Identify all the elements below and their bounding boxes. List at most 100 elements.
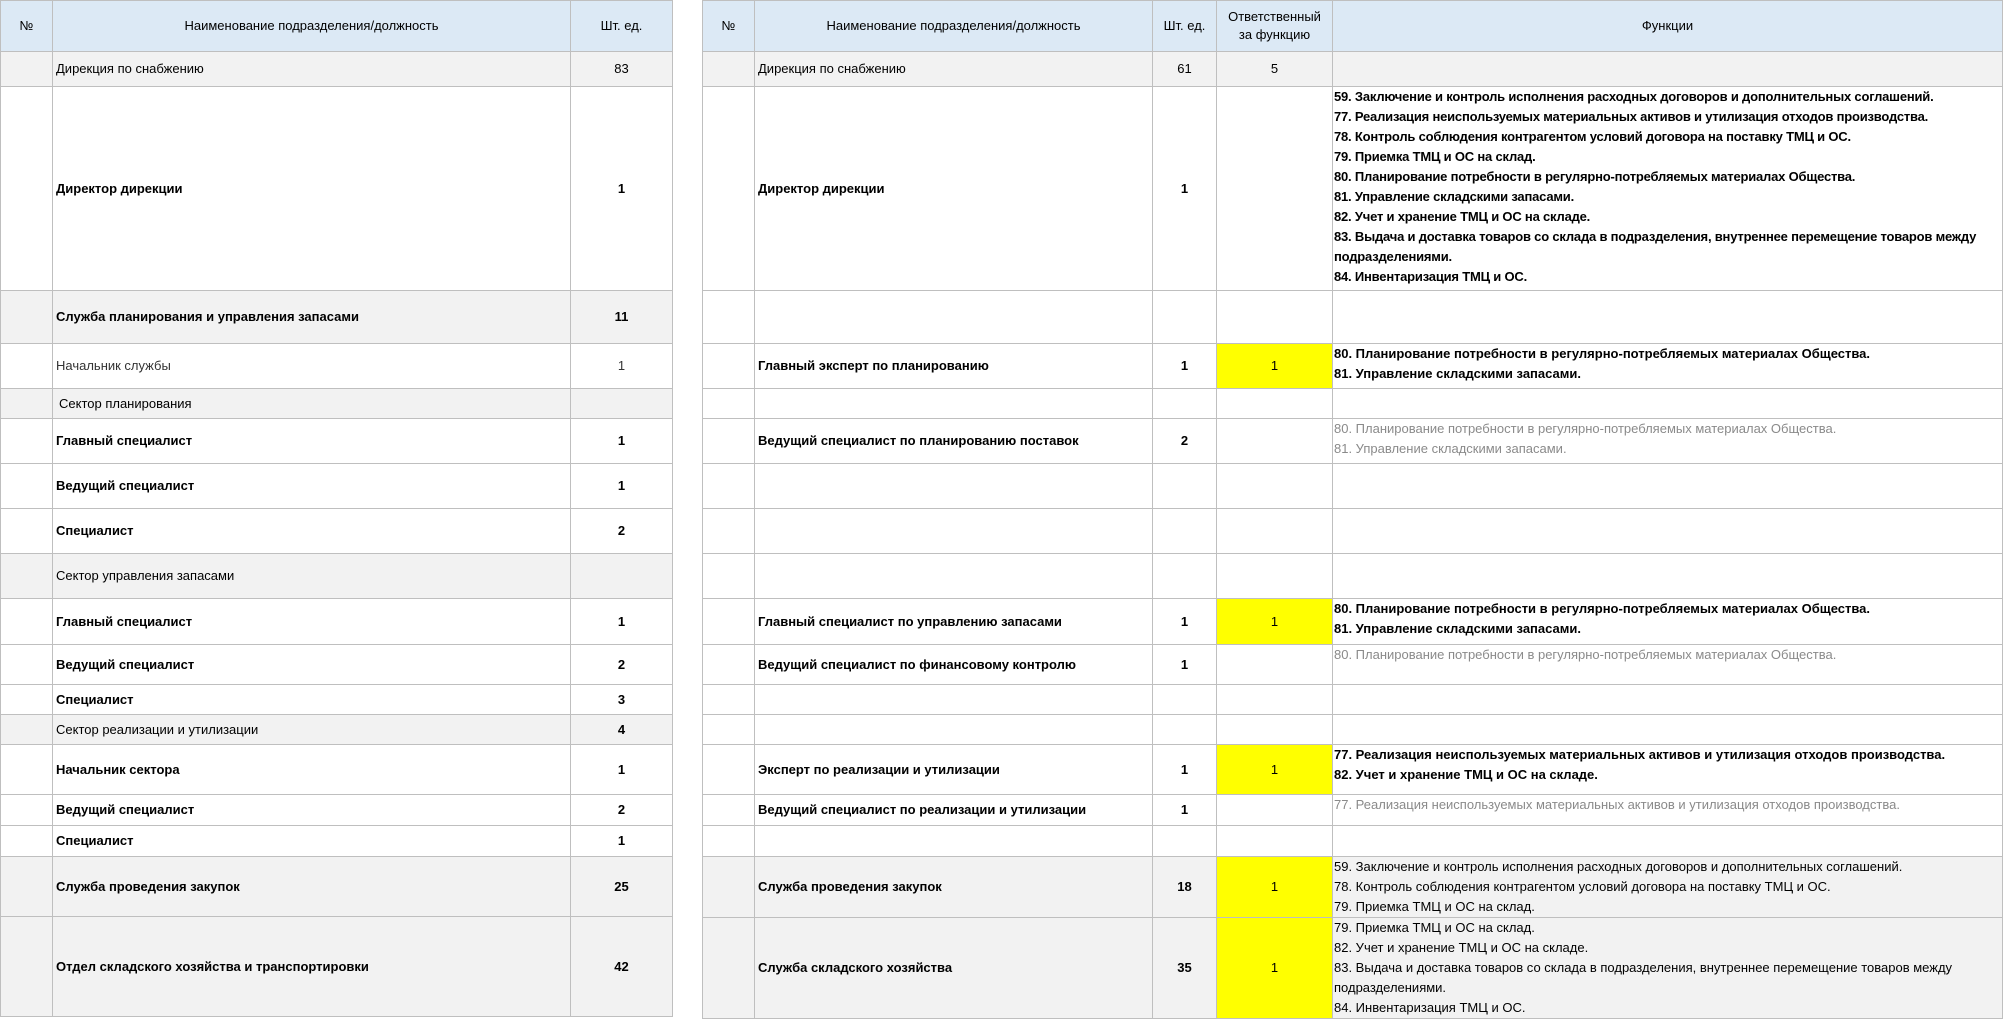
table-row: Служба проведения закупок 25	[0, 856, 673, 917]
row-count: 61	[1152, 51, 1217, 87]
staff-table-left: № Наименование подразделения/должность Ш…	[0, 0, 673, 1017]
row-functions: 77. Реализация неиспользуемых материальн…	[1332, 794, 2003, 826]
header-row: № Наименование подразделения/должность Ш…	[702, 0, 2003, 52]
row-count: 1	[1152, 343, 1217, 389]
table-row: Сектор планирования	[0, 388, 673, 419]
row-name: Директор дирекции	[754, 86, 1153, 291]
table-row	[702, 714, 2003, 745]
row-name: Начальник сектора	[52, 744, 571, 795]
row-count: 11	[570, 290, 673, 344]
row-responsible: 5	[1216, 51, 1333, 87]
table-row: Ведущий специалист по реализации и утили…	[702, 794, 2003, 826]
header-count: Шт. ед.	[570, 0, 673, 52]
row-name: Специалист	[52, 508, 571, 554]
row-name: Сектор управления запасами	[52, 553, 571, 599]
table-row: Дирекция по снабжению 61 5	[702, 51, 2003, 87]
table-row	[702, 825, 2003, 857]
table-row: Отдел складского хозяйства и транспортир…	[0, 916, 673, 1017]
row-count: 1	[570, 744, 673, 795]
table-row: Специалист 1	[0, 825, 673, 857]
row-name: Ведущий специалист по финансовому контро…	[754, 644, 1153, 685]
row-count: 1	[570, 86, 673, 291]
table-row: Главный специалист 1	[0, 598, 673, 645]
row-name: Сектор реализации и утилизации	[52, 714, 571, 745]
row-name: Эксперт по реализации и утилизации	[754, 744, 1153, 795]
row-name: Служба проведения закупок	[52, 856, 571, 917]
table-row: Эксперт по реализации и утилизации 1 1 7…	[702, 744, 2003, 795]
row-name: Специалист	[52, 825, 571, 857]
row-count: 2	[570, 508, 673, 554]
row-count: 2	[570, 794, 673, 826]
header-functions: Функции	[1332, 0, 2003, 52]
table-row: Ведущий специалист по финансовому контро…	[702, 644, 2003, 685]
row-count: 1	[1152, 598, 1217, 645]
row-name: Ведущий специалист по реализации и утили…	[754, 794, 1153, 826]
table-row: Главный специалист по управлению запасам…	[702, 598, 2003, 645]
table-row: Дирекция по снабжению 83	[0, 51, 673, 87]
row-responsible: 1	[1216, 598, 1333, 645]
row-responsible	[1216, 418, 1333, 464]
row-name: Служба проведения закупок	[754, 856, 1153, 918]
row-responsible	[1216, 644, 1333, 685]
row-name: Ведущий специалист по планированию поста…	[754, 418, 1153, 464]
row-functions: 59. Заключение и контроль исполнения рас…	[1332, 86, 2003, 291]
row-name: Ведущий специалист	[52, 794, 571, 826]
header-responsible: Ответственный за функцию	[1216, 0, 1333, 52]
row-count: 35	[1152, 917, 1217, 1019]
staff-table-right: № Наименование подразделения/должность Ш…	[702, 0, 2003, 1019]
row-count: 1	[1152, 744, 1217, 795]
row-name: Отдел складского хозяйства и транспортир…	[52, 916, 571, 1017]
row-functions: 59. Заключение и контроль исполнения рас…	[1332, 856, 2003, 918]
row-count: 2	[1152, 418, 1217, 464]
table-row: Ведущий специалист 2	[0, 644, 673, 685]
table-row: Служба проведения закупок 18 1 59. Заклю…	[702, 856, 2003, 918]
row-count: 42	[570, 916, 673, 1017]
table-row: Ведущий специалист 2	[0, 794, 673, 826]
table-row: Главный эксперт по планированию 1 1 80. …	[702, 343, 2003, 389]
row-count: 1	[1152, 794, 1217, 826]
row-count: 1	[570, 418, 673, 464]
row-count: 1	[1152, 644, 1217, 685]
table-row	[702, 290, 2003, 344]
row-count: 3	[570, 684, 673, 715]
table-row: Ведущий специалист по планированию поста…	[702, 418, 2003, 464]
table-row	[702, 508, 2003, 554]
row-responsible: 1	[1216, 856, 1333, 918]
table-row	[702, 463, 2003, 509]
header-name: Наименование подразделения/должность	[52, 0, 571, 52]
row-functions: 80. Планирование потребности в регулярно…	[1332, 343, 2003, 389]
table-row: Специалист 2	[0, 508, 673, 554]
row-name: Дирекция по снабжению	[754, 51, 1153, 87]
table-row: Директор дирекции 1 59. Заключение и кон…	[702, 86, 2003, 291]
header-num: №	[702, 0, 755, 52]
row-name: Главный специалист по управлению запасам…	[754, 598, 1153, 645]
row-name: Служба планирования и управления запасам…	[52, 290, 571, 344]
row-responsible: 1	[1216, 917, 1333, 1019]
row-name: Специалист	[52, 684, 571, 715]
table-row: Главный специалист 1	[0, 418, 673, 464]
table-row	[702, 388, 2003, 419]
table-row: Начальник службы 1	[0, 343, 673, 389]
row-functions: 79. Приемка ТМЦ и ОС на склад. 82. Учет и…	[1332, 917, 2003, 1019]
row-count: 4	[570, 714, 673, 745]
row-count: 1	[570, 598, 673, 645]
table-row: Директор дирекции 1	[0, 86, 673, 291]
row-name: Ведущий специалист	[52, 644, 571, 685]
row-responsible	[1216, 86, 1333, 291]
row-count: 1	[570, 463, 673, 509]
row-count: 2	[570, 644, 673, 685]
header-count: Шт. ед.	[1152, 0, 1217, 52]
table-row	[702, 684, 2003, 715]
table-row: Начальник сектора 1	[0, 744, 673, 795]
table-row: Ведущий специалист 1	[0, 463, 673, 509]
row-name: Начальник службы	[52, 343, 571, 389]
row-count: 1	[570, 825, 673, 857]
table-row: Сектор управления запасами	[0, 553, 673, 599]
row-functions: 80. Планирование потребности в регулярно…	[1332, 644, 2003, 685]
header-num: №	[0, 0, 53, 52]
row-name: Ведущий специалист	[52, 463, 571, 509]
row-responsible	[1216, 794, 1333, 826]
row-name: Служба складского хозяйства	[754, 917, 1153, 1019]
row-name: Дирекция по снабжению	[52, 51, 571, 87]
row-name: Директор дирекции	[52, 86, 571, 291]
